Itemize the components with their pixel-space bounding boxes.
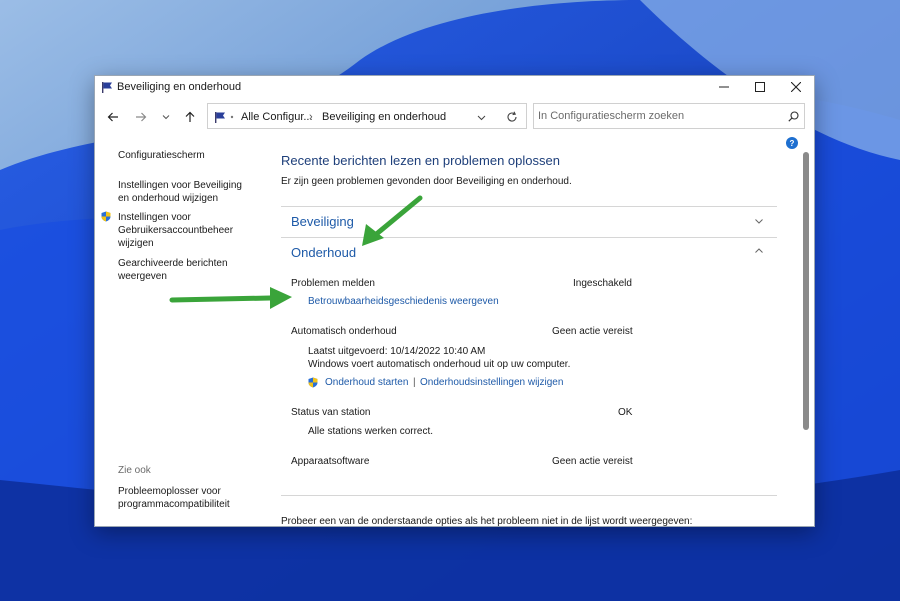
refresh-icon[interactable]	[506, 111, 518, 123]
window-title: Beveiliging en onderhoud	[117, 81, 242, 93]
sidebar-item-compatibility-troubleshooter[interactable]: Probleemoplosser voor programmacompatibi…	[118, 485, 230, 511]
search-input[interactable]	[538, 107, 776, 125]
close-icon	[791, 82, 801, 92]
breadcrumb-security-maintenance[interactable]: Beveiliging en onderhoud	[322, 111, 446, 123]
status-summary: Er zijn geen problemen gevonden door Bev…	[281, 176, 572, 187]
section-divider	[281, 206, 777, 207]
navigation-bar: Alle Configur... › Beveiliging en onderh…	[95, 102, 814, 132]
device-software-status: Geen actie vereist	[552, 456, 633, 467]
arrow-left-icon	[107, 112, 118, 122]
recent-locations-button[interactable]	[156, 107, 176, 127]
chevron-down-icon[interactable]	[477, 113, 486, 122]
footer-hint-text: Probeer een van de onderstaande opties a…	[281, 516, 693, 527]
close-button[interactable]	[778, 76, 814, 98]
uac-shield-icon	[101, 211, 111, 222]
search-box[interactable]	[533, 103, 805, 129]
problem-reporting-status: Ingeschakeld	[573, 278, 632, 289]
section-security-header[interactable]: Beveiliging	[291, 214, 354, 229]
scrollbar-thumb[interactable]	[803, 152, 809, 430]
drive-status-label: Status van station	[291, 407, 371, 418]
vertical-scrollbar[interactable]	[801, 148, 811, 524]
svg-text:?: ?	[790, 139, 795, 148]
search-icon[interactable]	[788, 111, 799, 122]
device-software-label: Apparaatsoftware	[291, 456, 370, 467]
page-title: Recente berichten lezen en problemen opl…	[281, 153, 560, 168]
auto-maintenance-status: Geen actie vereist	[552, 326, 633, 337]
maximize-icon	[755, 82, 765, 92]
maintenance-settings-link[interactable]: Onderhoudsinstellingen wijzigen	[420, 377, 563, 388]
security-flag-icon	[215, 112, 225, 123]
auto-maintenance-description: Windows voert automatisch onderhoud uit …	[308, 359, 571, 370]
section-divider	[281, 237, 777, 238]
see-also-label: Zie ook	[118, 465, 151, 476]
title-bar: Beveiliging en onderhoud	[95, 76, 814, 98]
address-bar[interactable]: Alle Configur... › Beveiliging en onderh…	[207, 103, 527, 129]
drive-status-detail: Alle stations werken correct.	[308, 426, 434, 437]
sidebar-item-change-security-settings[interactable]: Instellingen voor Beveiliging en onderho…	[118, 179, 242, 205]
link-divider: |	[413, 377, 416, 388]
start-maintenance-link[interactable]: Onderhoud starten	[325, 377, 408, 388]
minimize-icon	[719, 86, 729, 88]
chevron-up-icon[interactable]	[754, 246, 764, 256]
security-flag-icon	[102, 82, 112, 93]
reliability-history-link[interactable]: Betrouwbaarheidsgeschiedenis weergeven	[308, 296, 499, 307]
back-button[interactable]	[103, 107, 123, 127]
arrow-right-icon	[136, 112, 147, 122]
breadcrumb-separator: ›	[309, 111, 313, 123]
uac-shield-icon	[308, 377, 318, 388]
drive-status-value: OK	[618, 407, 633, 418]
minimize-button[interactable]	[706, 76, 742, 98]
forward-button[interactable]	[131, 107, 151, 127]
maximize-button[interactable]	[742, 76, 778, 98]
section-divider	[281, 495, 777, 496]
problem-reporting-label: Problemen melden	[291, 278, 375, 289]
auto-maintenance-label: Automatisch onderhoud	[291, 326, 397, 337]
chevron-down-icon	[162, 115, 170, 120]
last-run-text: Laatst uitgevoerd: 10/14/2022 10:40 AM	[308, 346, 486, 357]
help-icon[interactable]: ?	[786, 137, 798, 149]
chevron-down-icon[interactable]	[754, 216, 764, 226]
section-maintenance-header[interactable]: Onderhoud	[291, 245, 356, 260]
up-button[interactable]	[180, 107, 200, 127]
breadcrumb-all-items[interactable]: Alle Configur...	[241, 111, 313, 123]
sidebar-item-uac-settings[interactable]: Instellingen voor Gebruikersaccountbehee…	[118, 211, 233, 250]
control-panel-window: Beveiliging en onderhoud Alle Configur..…	[94, 75, 815, 527]
breadcrumb-dot-icon	[230, 115, 234, 119]
arrow-up-icon	[185, 111, 195, 122]
sidebar-item-control-panel[interactable]: Configuratiescherm	[118, 149, 205, 162]
sidebar-item-archived-messages[interactable]: Gearchiveerde berichten weergeven	[118, 257, 228, 283]
